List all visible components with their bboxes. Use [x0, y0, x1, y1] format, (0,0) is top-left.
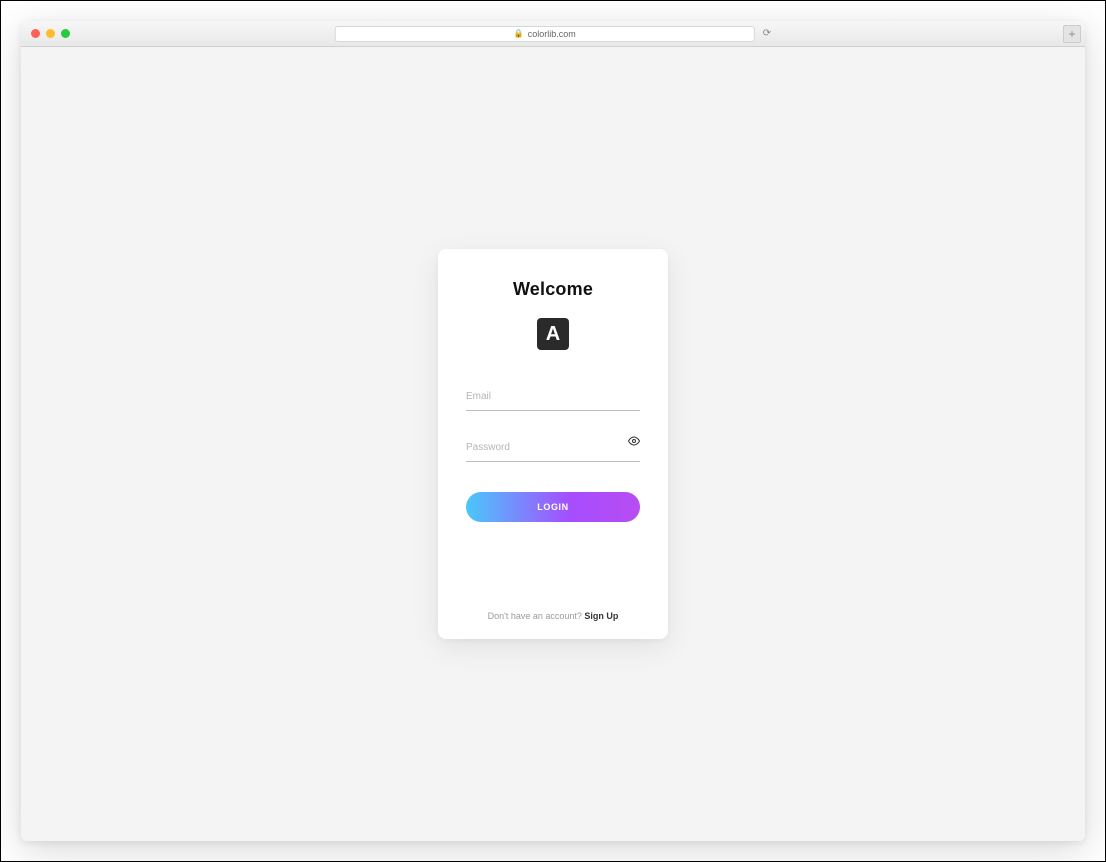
login-card: Welcome A — [438, 249, 668, 639]
password-field-row — [466, 437, 640, 462]
signup-prompt-text: Don't have an account? — [488, 611, 585, 621]
plus-icon: + — [1068, 27, 1075, 41]
page-content: Welcome A — [21, 47, 1085, 841]
password-field[interactable] — [466, 442, 640, 453]
lock-icon: 🔒 — [514, 29, 524, 38]
email-field-row — [466, 386, 640, 411]
outer-frame: 🔒 colorlib.com ⟳ + Welcome A — [0, 0, 1106, 862]
logo: A — [537, 318, 569, 350]
eye-icon[interactable] — [628, 435, 640, 450]
address-bar-wrap: 🔒 colorlib.com ⟳ — [335, 26, 771, 42]
minimize-window-button[interactable] — [46, 29, 55, 38]
signup-link[interactable]: Sign Up — [584, 611, 618, 621]
browser-window: 🔒 colorlib.com ⟳ + Welcome A — [21, 21, 1085, 841]
address-bar[interactable]: 🔒 colorlib.com — [335, 26, 755, 42]
maximize-window-button[interactable] — [61, 29, 70, 38]
window-controls — [21, 29, 70, 38]
login-title: Welcome — [513, 279, 593, 300]
close-window-button[interactable] — [31, 29, 40, 38]
logo-letter: A — [546, 323, 560, 346]
reload-icon[interactable]: ⟳ — [763, 28, 771, 39]
browser-toolbar: 🔒 colorlib.com ⟳ + — [21, 21, 1085, 47]
email-field[interactable] — [466, 391, 640, 402]
new-tab-button[interactable]: + — [1063, 25, 1081, 43]
url-host-text: colorlib.com — [528, 29, 576, 39]
login-button[interactable]: LOGIN — [466, 492, 640, 522]
signup-prompt-row: Don't have an account? Sign Up — [488, 611, 619, 621]
login-form — [466, 386, 640, 462]
